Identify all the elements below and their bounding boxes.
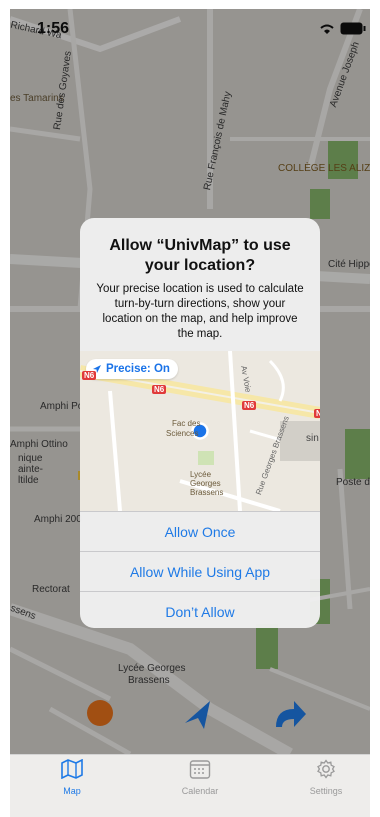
gear-icon bbox=[317, 759, 335, 779]
allow-while-using-app-button[interactable]: Allow While Using App bbox=[80, 551, 320, 591]
tab-calendar-label: Calendar bbox=[181, 786, 219, 796]
poi-label: Brassens bbox=[190, 488, 224, 497]
phone-screen: Richard Wa es Tamarins Rue des Goyaves R… bbox=[10, 9, 370, 817]
poi-label: Sciences bbox=[166, 429, 199, 438]
tab-map[interactable]: Map bbox=[32, 758, 112, 796]
map-icon bbox=[61, 758, 83, 780]
road-badge: N6 bbox=[82, 371, 97, 380]
location-permission-dialog: Allow “UnivMap” to use your location? Yo… bbox=[80, 218, 320, 628]
poi-label: Georges bbox=[190, 479, 221, 488]
street-label: sin bbox=[306, 433, 319, 444]
tab-calendar[interactable]: Calendar bbox=[160, 759, 240, 796]
calendar-icon bbox=[189, 760, 211, 779]
precise-label: Precise: On bbox=[106, 363, 170, 375]
tab-map-label: Map bbox=[63, 786, 81, 796]
poi-label: Lycée bbox=[190, 470, 212, 479]
tab-bar: Map Calendar Settings bbox=[10, 754, 370, 817]
precise-toggle[interactable]: Precise: On bbox=[86, 359, 178, 379]
poi-label: Fac des bbox=[172, 419, 201, 428]
road-badge: N6 bbox=[152, 385, 167, 394]
dialog-title: Allow “UnivMap” to use your location? bbox=[109, 237, 291, 274]
allow-once-button[interactable]: Allow Once bbox=[80, 511, 320, 551]
tab-settings-label: Settings bbox=[309, 786, 343, 796]
location-preview-map: Precise: On N6 N6 N6 N6 Fac des Sciences… bbox=[80, 351, 320, 511]
road-badge: N6 bbox=[314, 409, 320, 418]
tab-settings[interactable]: Settings bbox=[286, 759, 366, 796]
dialog-message: Your precise location is used to calcula… bbox=[96, 283, 304, 340]
road-badge: N6 bbox=[242, 401, 257, 410]
dont-allow-button[interactable]: Don’t Allow bbox=[80, 591, 320, 628]
